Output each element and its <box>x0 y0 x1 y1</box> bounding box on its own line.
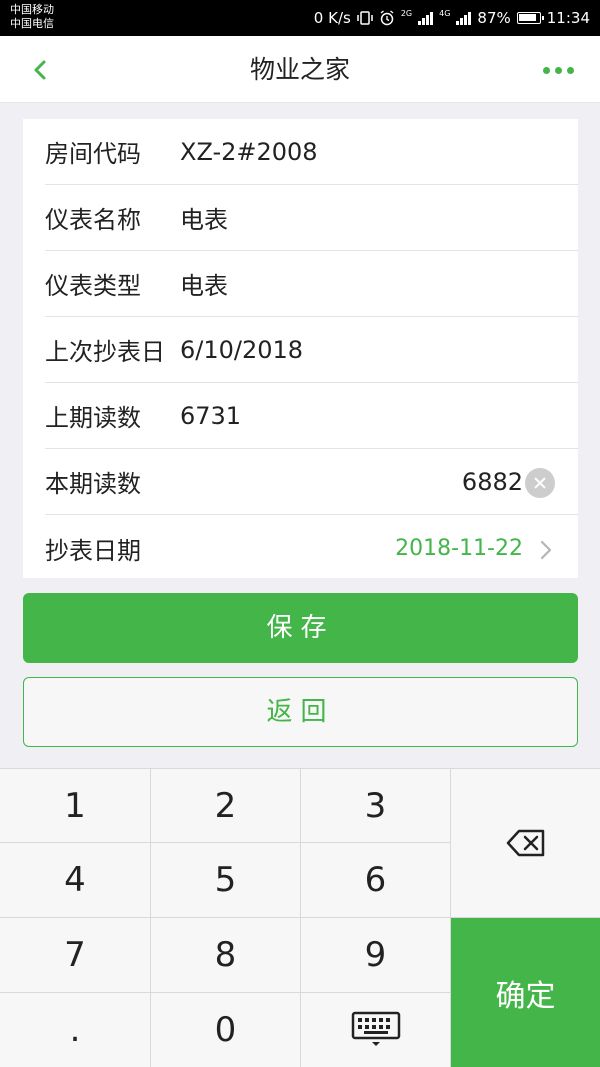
last-read-date-value: 6/10/2018 <box>180 335 304 364</box>
key-dot[interactable]: . <box>0 993 150 1067</box>
carrier-1: 中国移动 <box>10 3 54 16</box>
save-button[interactable]: 保存 <box>23 593 578 663</box>
battery-percent: 87% <box>477 9 511 27</box>
signal-icon-2 <box>456 11 472 25</box>
back-button[interactable]: 返回 <box>23 677 578 747</box>
more-icon[interactable] <box>543 67 574 74</box>
row-read-date[interactable]: 抄表日期 2018-11-22 <box>45 515 578 581</box>
current-reading-input[interactable]: 6882 <box>462 468 523 496</box>
row-last-read-date: 上次抄表日 6/10/2018 <box>45 317 578 383</box>
carrier-info: 中国移动 中国电信 <box>10 3 54 31</box>
key-7[interactable]: 7 <box>0 918 150 992</box>
room-code-value: XZ-2#2008 <box>180 137 318 166</box>
key-8[interactable]: 8 <box>151 918 300 992</box>
clock: 11:34 <box>546 9 590 27</box>
meter-type-value: 电表 <box>180 272 228 300</box>
net-speed: 0 K/s <box>313 9 351 27</box>
meter-form: 房间代码 XZ-2#2008 仪表名称 电表 仪表类型 电表 上次抄表日 6/1… <box>23 119 578 578</box>
key-4[interactable]: 4 <box>0 843 150 917</box>
chevron-right-icon[interactable] <box>539 539 553 561</box>
key-0[interactable]: 0 <box>151 993 300 1067</box>
key-6[interactable]: 6 <box>301 843 450 917</box>
nav-bar: 物业之家 <box>0 36 600 103</box>
status-indicators: 0 K/s 2G 4G 87% 11:34 <box>314 0 590 36</box>
meter-type-label: 仪表类型 <box>45 272 141 300</box>
keyboard-hide-icon <box>351 1011 400 1046</box>
confirm-key[interactable]: 确定 <box>451 918 600 1067</box>
key-1[interactable]: 1 <box>0 769 150 842</box>
carrier-2: 中国电信 <box>10 17 54 30</box>
backspace-icon <box>506 829 544 857</box>
meter-name-value: 电表 <box>180 206 228 234</box>
key-3[interactable]: 3 <box>301 769 450 842</box>
vibrate-icon <box>357 11 373 25</box>
alarm-icon <box>380 10 394 26</box>
row-room-code: 房间代码 XZ-2#2008 <box>45 119 578 185</box>
last-read-date-label: 上次抄表日 <box>45 338 165 366</box>
backspace-key[interactable] <box>451 769 600 917</box>
keyboard-hide-key[interactable] <box>301 993 450 1067</box>
meter-name-label: 仪表名称 <box>45 206 141 234</box>
key-2[interactable]: 2 <box>151 769 300 842</box>
clear-icon[interactable] <box>525 468 555 498</box>
key-9[interactable]: 9 <box>301 918 450 992</box>
read-date-picker[interactable]: 2018-11-22 <box>395 536 523 561</box>
row-current-reading[interactable]: 本期读数 6882 <box>45 449 578 515</box>
row-previous-reading: 上期读数 6731 <box>45 383 578 449</box>
page-title: 物业之家 <box>249 55 350 84</box>
row-meter-type: 仪表类型 电表 <box>45 251 578 317</box>
row-meter-name: 仪表名称 电表 <box>45 185 578 251</box>
previous-reading-value: 6731 <box>180 401 242 430</box>
key-5[interactable]: 5 <box>151 843 300 917</box>
status-bar: 中国移动 中国电信 0 K/s 2G 4G 87% 11:34 <box>0 0 600 36</box>
read-date-label: 抄表日期 <box>45 536 141 565</box>
numeric-keypad: 1 2 3 4 5 6 7 8 9 . 0 确定 <box>0 768 600 1067</box>
battery-icon <box>516 12 544 24</box>
net-4g: 4G <box>439 9 451 18</box>
net-2g: 2G <box>400 9 413 18</box>
room-code-label: 房间代码 <box>45 140 141 168</box>
previous-reading-label: 上期读数 <box>45 404 141 432</box>
signal-icon <box>418 11 434 25</box>
current-reading-label: 本期读数 <box>45 470 141 498</box>
